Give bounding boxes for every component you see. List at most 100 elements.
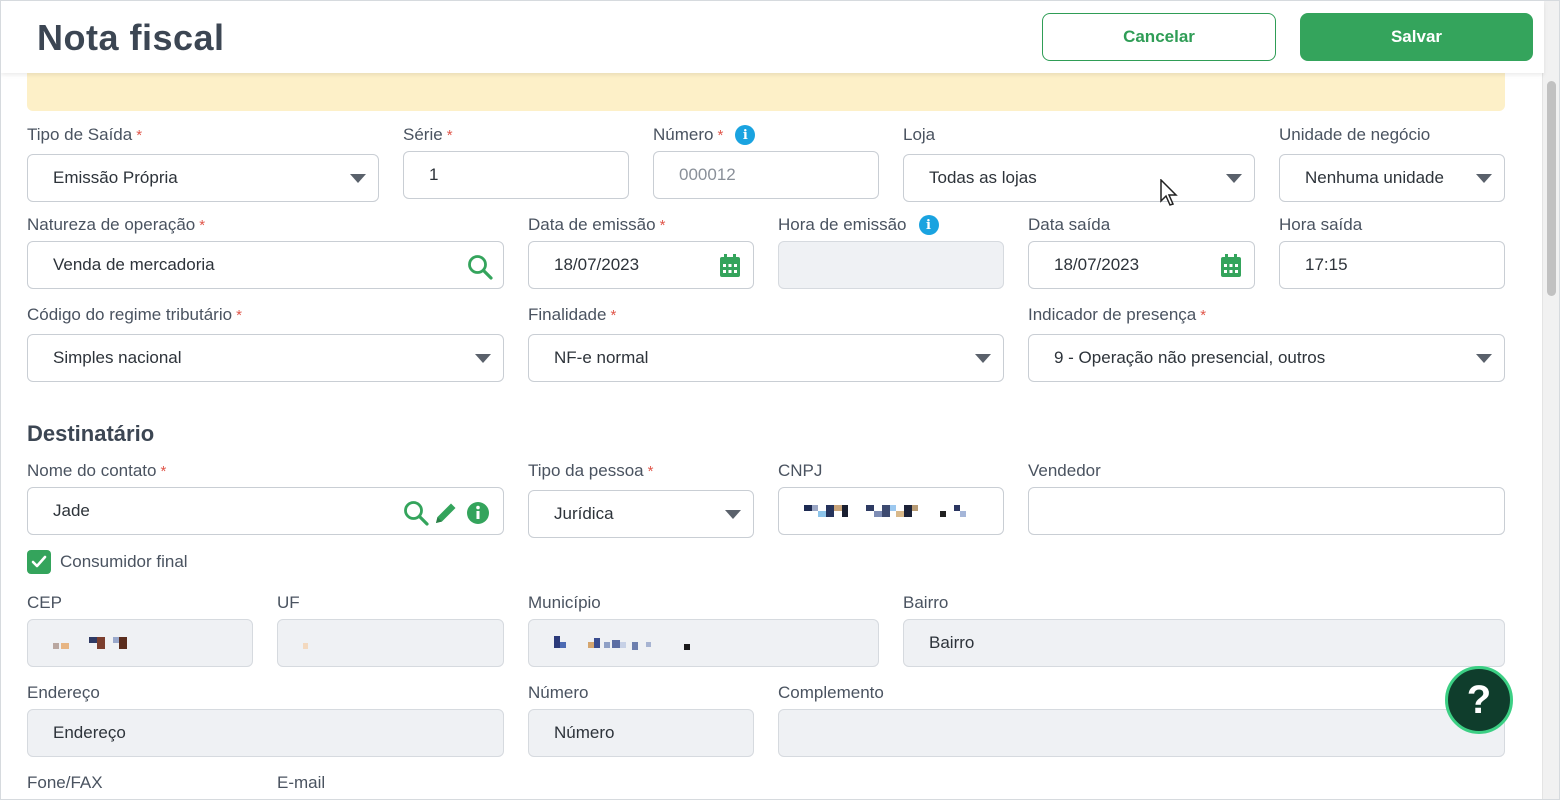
indicador-presenca-label-text: Indicador de presença — [1028, 305, 1197, 324]
loja-select[interactable]: Todas as lojas — [903, 154, 1255, 202]
numero-endereco-label: Número — [528, 683, 589, 702]
search-icon[interactable] — [467, 254, 493, 280]
email-label: E-mail — [277, 773, 326, 792]
regime-tributario-label: Código do regime tributário * — [27, 305, 242, 325]
tipo-pessoa-label-text: Tipo da pessoa — [528, 461, 644, 480]
numero-input[interactable]: 000012 — [653, 151, 879, 199]
finalidade-label-text: Finalidade — [528, 305, 607, 324]
consumidor-final-checkbox[interactable] — [27, 550, 51, 574]
chevron-down-icon — [350, 174, 366, 183]
calendar-icon[interactable] — [719, 254, 741, 278]
search-icon[interactable] — [403, 500, 429, 526]
hora-emissao-input[interactable] — [778, 241, 1004, 289]
tipo-saida-select[interactable]: Emissão Própria — [27, 154, 379, 202]
info-icon[interactable]: i — [735, 125, 756, 145]
unidade-negocio-select[interactable]: Nenhuma unidade — [1279, 154, 1505, 202]
chevron-down-icon — [1476, 354, 1492, 363]
finalidade-select[interactable]: NF-e normal — [528, 334, 1004, 382]
bairro-label: Bairro — [903, 593, 949, 612]
redacted-value — [804, 505, 966, 517]
tipo-saida-label-text: Tipo de Saída — [27, 125, 133, 144]
natureza-operacao-value: Venda de mercadoria — [53, 255, 215, 274]
required-mark: * — [160, 462, 167, 480]
page-header: Nota fiscal Cancelar Salvar — [1, 1, 1544, 73]
vendedor-input[interactable] — [1028, 487, 1505, 535]
bairro-input[interactable]: Bairro — [903, 619, 1505, 667]
serie-input[interactable]: 1 — [403, 151, 629, 199]
nome-contato-input[interactable]: Jade — [27, 487, 504, 535]
nome-contato-label-text: Nome do contato — [27, 461, 157, 480]
scrollbar-thumb[interactable] — [1547, 81, 1556, 296]
info-icon[interactable]: i — [918, 215, 939, 235]
cep-input[interactable] — [27, 619, 253, 667]
uf-input[interactable] — [277, 619, 504, 667]
tipo-saida-label: Tipo de Saída * — [27, 125, 142, 145]
endereco-label: Endereço — [27, 683, 100, 702]
required-mark: * — [717, 126, 724, 144]
tipo-pessoa-value: Jurídica — [554, 504, 614, 523]
nome-contato-label: Nome do contato * — [27, 461, 166, 481]
data-saida-label: Data saída — [1028, 215, 1111, 234]
natureza-operacao-input[interactable]: Venda de mercadoria — [27, 241, 504, 289]
municipio-label: Município — [528, 593, 601, 612]
serie-label: Série * — [403, 125, 453, 145]
check-icon — [31, 555, 47, 568]
data-emissao-value: 18/07/2023 — [554, 255, 640, 274]
tipo-pessoa-select[interactable]: Jurídica — [528, 490, 754, 538]
redacted-value — [554, 636, 690, 650]
required-mark: * — [610, 306, 617, 324]
endereco-input[interactable]: Endereço — [27, 709, 504, 757]
data-saida-input[interactable]: 18/07/2023 — [1028, 241, 1255, 289]
data-saida-value: 18/07/2023 — [1054, 255, 1140, 274]
tipo-saida-value: Emissão Própria — [53, 168, 178, 187]
data-emissao-label: Data de emissão * — [528, 215, 665, 235]
finalidade-label: Finalidade * — [528, 305, 616, 325]
numero-value: 000012 — [679, 165, 736, 184]
required-mark: * — [659, 216, 666, 234]
chevron-down-icon — [475, 354, 491, 363]
data-emissao-input[interactable]: 18/07/2023 — [528, 241, 754, 289]
municipio-input[interactable] — [528, 619, 879, 667]
mouse-cursor-icon — [1160, 179, 1178, 206]
info-icon[interactable] — [467, 502, 489, 524]
chevron-down-icon — [1226, 174, 1242, 183]
required-mark: * — [647, 462, 654, 480]
redacted-value — [303, 643, 308, 649]
bairro-value: Bairro — [929, 633, 975, 652]
nome-contato-value: Jade — [53, 501, 90, 520]
vertical-scrollbar[interactable] — [1542, 1, 1559, 799]
regime-tributario-select[interactable]: Simples nacional — [27, 334, 504, 382]
save-button[interactable]: Salvar — [1300, 13, 1533, 61]
indicador-presenca-value: 9 - Operação não presencial, outros — [1054, 348, 1326, 367]
hora-saida-label: Hora saída — [1279, 215, 1363, 234]
hora-saida-input[interactable]: 17:15 — [1279, 241, 1505, 289]
chevron-down-icon — [725, 510, 741, 519]
indicador-presenca-select[interactable]: 9 - Operação não presencial, outros — [1028, 334, 1505, 382]
complemento-input[interactable] — [778, 709, 1505, 757]
data-emissao-label-text: Data de emissão — [528, 215, 656, 234]
loja-value: Todas as lojas — [929, 168, 1037, 187]
regime-tributario-value: Simples nacional — [53, 348, 182, 367]
redacted-value — [53, 637, 127, 649]
required-mark: * — [199, 216, 206, 234]
hora-emissao-label: Hora de emissão i — [778, 215, 939, 235]
cancel-button[interactable]: Cancelar — [1042, 13, 1276, 61]
fone-fax-label: Fone/FAX — [27, 773, 103, 792]
numero-endereco-input[interactable]: Número — [528, 709, 754, 757]
required-mark: * — [446, 126, 453, 144]
hora-saida-value: 17:15 — [1305, 255, 1348, 274]
required-mark: * — [236, 306, 242, 324]
help-button[interactable]: ? — [1445, 666, 1513, 734]
serie-label-text: Série — [403, 125, 443, 144]
cnpj-input[interactable] — [778, 487, 1004, 535]
pencil-icon[interactable] — [433, 500, 459, 526]
complemento-label: Complemento — [778, 683, 884, 702]
numero-label: Número * i — [653, 125, 756, 145]
cnpj-label: CNPJ — [778, 461, 823, 480]
required-mark: * — [136, 126, 143, 144]
calendar-icon[interactable] — [1220, 254, 1242, 278]
regime-tributario-label-text: Código do regime tributário — [27, 305, 233, 324]
cep-label: CEP — [27, 593, 62, 612]
natureza-operacao-label: Natureza de operação * — [27, 215, 205, 235]
consumidor-final-label: Consumidor final — [60, 552, 188, 571]
